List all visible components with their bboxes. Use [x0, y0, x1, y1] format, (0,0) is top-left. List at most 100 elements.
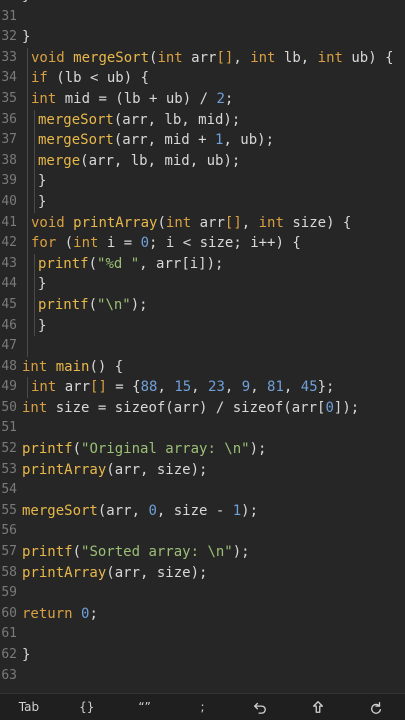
redo-button[interactable] — [347, 694, 405, 720]
code-line[interactable]: 51 — [0, 418, 405, 439]
code-editor[interactable]: 30}3132}33void mergeSort(int arr[], int … — [0, 0, 405, 686]
code-line[interactable]: 49 int arr[] = {88, 15, 23, 9, 81, 45}; — [0, 377, 405, 398]
code-line[interactable]: 44} — [0, 274, 405, 295]
code-line[interactable]: 45 printf("\n"); — [0, 294, 405, 316]
line-number: 33 — [1, 49, 17, 65]
code-token: ]); — [333, 399, 360, 416]
code-line[interactable]: 43 printf("%d ", arr[i]); — [0, 253, 405, 275]
code-line[interactable]: 32} — [0, 27, 405, 48]
code-token: 0 — [148, 502, 157, 519]
code-text: if (lb < ub) { — [31, 68, 149, 89]
indent-guide — [27, 88, 28, 110]
code-line[interactable]: 31 — [0, 7, 405, 28]
code-line[interactable]: 33 void mergeSort(int arr[], int lb, int … — [0, 47, 405, 69]
code-line[interactable]: 35 int mid = (lb + ub) / 2; — [0, 88, 405, 110]
line-number: 63 — [1, 667, 17, 683]
indent-guide — [27, 253, 28, 275]
code-line[interactable]: 55 mergeSort(arr, 0, size - 1); — [0, 501, 405, 522]
code-token: , — [250, 379, 268, 396]
code-text: merge(arr, lb, mid, ub); — [38, 151, 240, 172]
share-button[interactable] — [289, 694, 347, 720]
code-line[interactable]: 36 mergeSort(arr, lb, mid); — [0, 109, 405, 131]
code-line[interactable]: 34 if (lb < ub) { — [0, 68, 405, 89]
code-token: mergeSort — [73, 49, 150, 66]
code-line[interactable]: 39} — [0, 171, 405, 192]
code-token: lb, — [275, 49, 318, 66]
code-token: } — [22, 647, 31, 663]
code-line[interactable]: 30} — [0, 0, 405, 7]
code-token: int — [317, 49, 343, 66]
code-line[interactable]: 53 printArray(arr, size); — [0, 460, 405, 481]
indent-guide — [27, 212, 28, 234]
code-text: } — [38, 192, 46, 213]
code-text: } — [22, 27, 30, 48]
indent-guide — [27, 68, 28, 89]
semicolon-key-button[interactable]: ; — [174, 694, 232, 720]
code-token: } — [22, 0, 30, 4]
quotes-key-button[interactable]: “” — [116, 694, 174, 720]
code-line[interactable]: 58 printArray(arr, size); — [0, 563, 405, 584]
code-token: main — [55, 358, 90, 375]
code-line[interactable]: 57 printf("Sorted array: \n"); — [0, 542, 405, 563]
code-line[interactable]: 48 int main() { — [0, 357, 405, 378]
code-line[interactable]: 42 for (int i = 0; i < size; i++) { — [0, 233, 405, 254]
share-icon — [313, 701, 324, 713]
code-token: ( — [72, 441, 82, 458]
line-number: 36 — [1, 111, 17, 127]
code-token: ); — [241, 502, 259, 519]
code-token: (arr, mid + — [113, 132, 216, 149]
indent-guide — [27, 171, 28, 192]
code-token: printf — [22, 441, 73, 458]
code-line[interactable]: 40} — [0, 191, 405, 213]
code-line[interactable]: 61 — [0, 624, 405, 645]
code-line[interactable]: 52 printf("Original array: \n"); — [0, 439, 405, 460]
code-line[interactable]: 41 void printArray(int arr[], int size) { — [0, 212, 405, 234]
code-line[interactable]: 62} — [0, 645, 405, 666]
line-number: 37 — [1, 132, 17, 148]
code-token: 23 — [208, 379, 225, 396]
code-text: int mid = (lb + ub) / 2; — [31, 89, 233, 110]
code-line[interactable]: 37 mergeSort(arr, mid + 1, ub); — [0, 130, 405, 151]
line-number: 40 — [1, 193, 17, 209]
line-number: 58 — [1, 564, 17, 580]
line-number: 49 — [1, 379, 17, 395]
braces-key-button[interactable]: {} — [58, 694, 116, 720]
code-token: , size - — [156, 502, 233, 519]
line-number: 32 — [1, 29, 17, 45]
code-line[interactable]: 63 — [0, 666, 405, 687]
code-token: int — [250, 49, 276, 66]
code-token: , — [191, 379, 209, 396]
code-token: ); — [232, 544, 250, 561]
code-line[interactable]: 38 merge(arr, lb, mid, ub); — [0, 150, 405, 172]
code-token: mergeSort — [38, 111, 114, 128]
code-token: i = — [98, 235, 141, 252]
code-token: 1 — [232, 502, 242, 519]
code-token: (lb < ub) { — [47, 70, 150, 87]
code-line[interactable]: 46} — [0, 315, 405, 337]
code-token: = { — [106, 379, 141, 396]
code-line[interactable]: 56 — [0, 521, 405, 542]
code-token: ( — [72, 544, 82, 561]
undo-button[interactable] — [231, 694, 289, 720]
line-number: 57 — [1, 544, 17, 560]
code-token: void — [31, 49, 74, 66]
code-token: printf — [22, 544, 73, 561]
indent-guide — [34, 253, 35, 275]
code-line[interactable]: 60 return 0; — [0, 604, 405, 625]
code-line[interactable]: 47 — [0, 336, 405, 357]
line-number: 59 — [1, 585, 17, 601]
tab-key-button[interactable]: Tab — [0, 694, 58, 720]
undo-icon — [254, 702, 267, 714]
code-text: } — [38, 316, 46, 337]
code-token: for — [31, 235, 57, 252]
code-token: 81 — [267, 379, 284, 396]
code-line[interactable]: 50 int size = sizeof(arr) / sizeof(arr[0]… — [0, 398, 405, 419]
code-token: ( — [56, 235, 74, 252]
code-token: ; — [224, 90, 234, 107]
code-line[interactable]: 54 — [0, 480, 405, 501]
code-token: (arr, lb, mid); — [113, 111, 241, 128]
code-text: printf("Sorted array: \n"); — [22, 542, 250, 563]
code-text: int main() { — [22, 357, 123, 378]
line-number: 55 — [1, 502, 17, 518]
code-line[interactable]: 59 — [0, 583, 405, 604]
